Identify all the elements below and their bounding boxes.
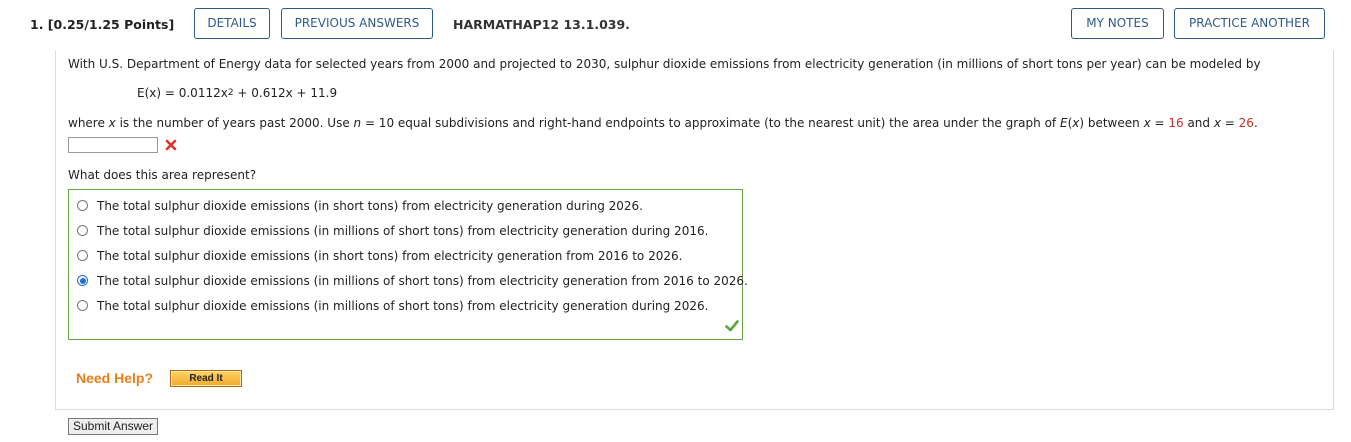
radio-button-selected[interactable] [77, 275, 88, 286]
choices-box: The total sulphur dioxide emissions (in … [68, 189, 748, 340]
instruction-var: n [353, 116, 362, 130]
formula-exponent: 2 [227, 88, 234, 98]
question-code: HARMATHAP12 13.1.039. [453, 17, 630, 32]
area-meaning-question: What does this area represent? [68, 168, 257, 182]
practice-another-button[interactable]: PRACTICE ANOTHER [1174, 8, 1325, 39]
check-mark-icon [725, 320, 739, 332]
question-points-label: 1. [0.25/1.25 Points] [30, 17, 175, 32]
upper-bound-value: 26 [1238, 116, 1254, 130]
radio-button[interactable] [77, 225, 88, 236]
instruction-text: and [1183, 116, 1214, 130]
instruction-text: = [1150, 116, 1169, 130]
formula-lhs: E(x) = 0.0112x [137, 86, 228, 100]
instruction-text: where [68, 116, 109, 130]
choice-label: The total sulphur dioxide emissions (in … [97, 274, 748, 288]
choice-label: The total sulphur dioxide emissions (in … [97, 249, 683, 263]
read-it-button[interactable]: Read It [170, 370, 242, 387]
instruction-text: is the number of years past 2000. Use [115, 116, 354, 130]
need-help-label: Need Help? [76, 370, 154, 386]
instruction-text: = 10 equal subdivisions and right-hand e… [361, 116, 1060, 130]
details-button[interactable]: DETAILS [194, 8, 270, 39]
instruction-text: = [1220, 116, 1239, 130]
area-answer-input[interactable] [68, 137, 158, 153]
instruction-text: ) between [1079, 116, 1144, 130]
my-notes-button[interactable]: MY NOTES [1071, 8, 1164, 39]
problem-intro: With U.S. Department of Energy data for … [68, 57, 1261, 71]
model-formula: E(x) = 0.0112x2 + 0.612x + 11.9 [137, 86, 337, 100]
instruction-var: x [1213, 116, 1221, 130]
x-mark-icon [165, 139, 177, 151]
choice-label: The total sulphur dioxide emissions (in … [97, 224, 709, 238]
instruction-var: x [108, 116, 116, 130]
choice-label: The total sulphur dioxide emissions (in … [97, 299, 709, 313]
radio-button[interactable] [77, 200, 88, 211]
instruction-text: . [1253, 116, 1258, 130]
previous-answers-button[interactable]: PREVIOUS ANSWERS [281, 8, 433, 39]
radio-button[interactable] [77, 250, 88, 261]
radio-button[interactable] [77, 300, 88, 311]
submit-answer-button[interactable]: Submit Answer [68, 418, 158, 435]
formula-rhs: + 0.612x + 11.9 [233, 86, 338, 100]
instruction-var: E [1059, 116, 1068, 130]
lower-bound-value: 16 [1168, 116, 1184, 130]
choice-label: The total sulphur dioxide emissions (in … [97, 199, 643, 213]
question-header: 1. [0.25/1.25 Points] DETAILS PREVIOUS A… [0, 0, 1351, 50]
problem-instruction: where x is the number of years past 2000… [68, 116, 1258, 130]
instruction-var: x [1143, 116, 1151, 130]
